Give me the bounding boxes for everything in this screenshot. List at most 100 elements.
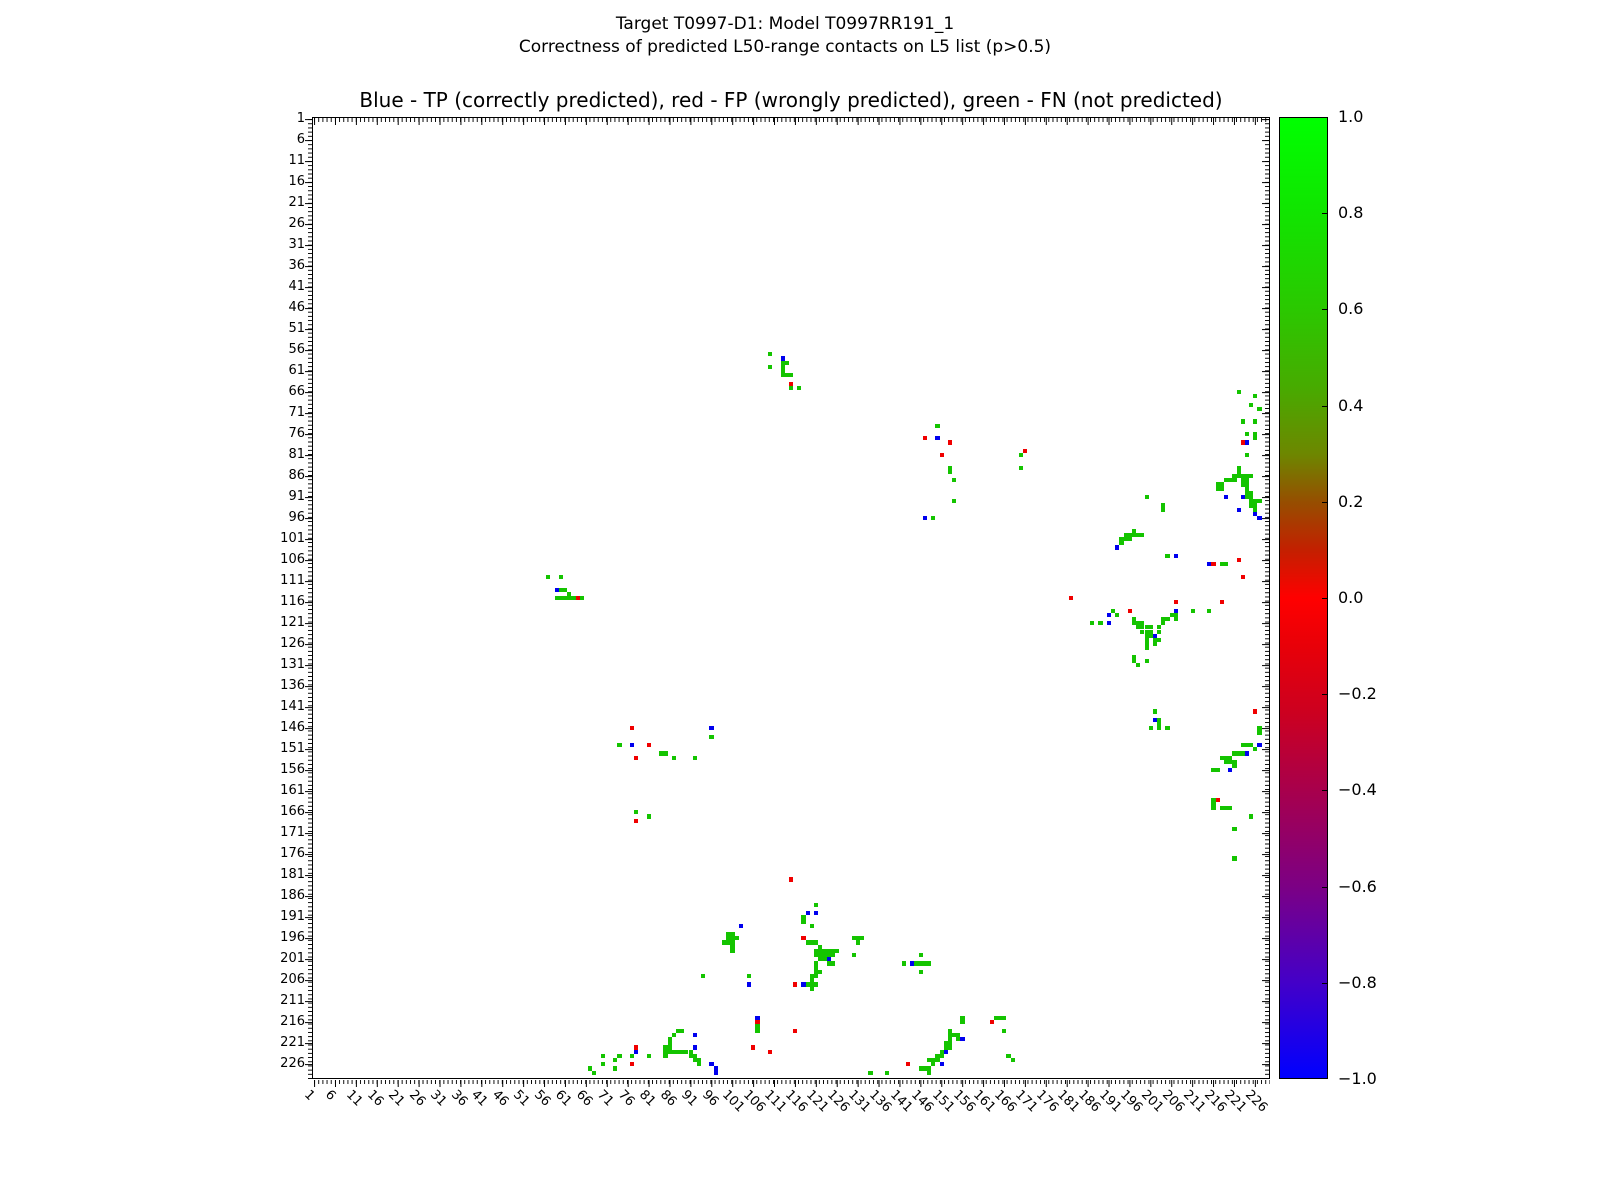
colorbar-tick-label: 0.6 [1338, 300, 1363, 317]
contact-cell-fn [885, 1071, 889, 1075]
contact-cell-fn [1228, 806, 1232, 810]
contact-cell-fn [1098, 621, 1102, 625]
x-axis-tick-label: 31 [427, 1088, 448, 1109]
contact-cell-fn [1145, 495, 1149, 499]
contact-cell-tp [781, 356, 785, 360]
y-axis-tick-label: 156 [250, 763, 305, 777]
y-axis-tick-label: 101 [250, 532, 305, 546]
contact-cell-fn [1245, 453, 1249, 457]
contact-cell-fp [789, 382, 793, 386]
colorbar-tick-label: −0.6 [1338, 878, 1377, 895]
contact-cell-tp [1237, 508, 1241, 512]
contact-cell-fn [701, 974, 705, 978]
contact-cell-fp [923, 436, 927, 440]
contact-cell-fn [1165, 726, 1169, 730]
contact-cell-fp [634, 756, 638, 760]
y-axis-tick-label: 201 [250, 952, 305, 966]
contact-cell-fn [1145, 659, 1149, 663]
colorbar-tick-label: −0.4 [1338, 781, 1377, 798]
contact-cell-fn [789, 386, 793, 390]
contact-cell-fn [617, 1054, 621, 1058]
contact-cell-tp [630, 743, 634, 747]
y-axis-tick-label: 6 [250, 133, 305, 147]
contact-cell-tp [1228, 768, 1232, 772]
contact-cell-fn [1191, 609, 1195, 613]
contact-cell-fn [1145, 646, 1149, 650]
y-axis-tick-label: 26 [250, 217, 305, 231]
contact-cell-fn [546, 575, 550, 579]
contact-cell-fn [814, 903, 818, 907]
contact-cell-fn [672, 756, 676, 760]
contact-cell-fn [1165, 617, 1169, 621]
x-axis-tick-label: 11 [344, 1088, 365, 1109]
x-axis-tick-label: 131 [846, 1088, 873, 1115]
contact-cell-fn [663, 1054, 667, 1058]
contact-cell-tp [1107, 621, 1111, 625]
contact-cell-fp [630, 1062, 634, 1066]
contact-cell-fp [789, 877, 793, 881]
contact-cell-fn [935, 424, 939, 428]
x-axis-tick-label: 26 [406, 1088, 427, 1109]
contact-cell-tp [747, 982, 751, 986]
y-axis-tick-label: 61 [250, 364, 305, 378]
contact-cell-tp [910, 961, 914, 965]
contact-cell-fp [1023, 449, 1027, 453]
contact-cell-fn [617, 743, 621, 747]
x-axis-tick-label: 146 [908, 1088, 935, 1115]
contact-cell-tp [693, 1045, 697, 1049]
contact-cell-fn [1157, 630, 1161, 634]
contact-cell-fn [1232, 856, 1236, 860]
y-axis-tick-label: 91 [250, 490, 305, 504]
contact-cell-tp [755, 1016, 759, 1020]
contact-cell-fp [801, 936, 805, 940]
contact-cell-tp [555, 588, 559, 592]
x-axis-tick-label: 91 [678, 1088, 699, 1109]
y-axis-tick-label: 116 [250, 595, 305, 609]
contact-cell-fn [856, 940, 860, 944]
contact-cell-fp [793, 982, 797, 986]
contact-cell-tp [1174, 554, 1178, 558]
contact-cell-fn [1002, 1016, 1006, 1020]
contact-cell-fn [1253, 394, 1257, 398]
contact-cell-fp [768, 1050, 772, 1054]
contact-cell-tp [1174, 609, 1178, 613]
contact-cell-fn [931, 1062, 935, 1066]
colorbar-tick-label: 0.8 [1338, 204, 1363, 221]
y-axis-tick-label: 226 [250, 1057, 305, 1071]
y-axis-tick-label: 151 [250, 742, 305, 756]
contact-cell-fp [1174, 600, 1178, 604]
contact-cell-fn [1011, 1058, 1015, 1062]
contact-map-plot-area [312, 117, 1270, 1079]
contact-cell-fn [1157, 638, 1161, 642]
contact-cell-tp [806, 911, 810, 915]
x-axis-tick-label: 86 [657, 1088, 678, 1109]
contact-cell-fn [1249, 474, 1253, 478]
contact-cell-fp [576, 596, 580, 600]
y-axis-tick-label: 206 [250, 973, 305, 987]
contact-cell-fn [1165, 554, 1169, 558]
contact-cell-fn [735, 936, 739, 940]
contact-cell-tp [827, 957, 831, 961]
colorbar-tick-label: −0.8 [1338, 974, 1377, 991]
contact-cell-fn [630, 1054, 634, 1058]
contact-cell-fn [902, 961, 906, 965]
x-axis-tick-label: 1 [302, 1088, 317, 1103]
y-axis-tick-label: 36 [250, 259, 305, 273]
contact-cell-fn [768, 365, 772, 369]
y-axis-tick-label: 46 [250, 301, 305, 315]
contact-cell-fp [755, 1020, 759, 1024]
contact-cell-fn [1245, 432, 1249, 436]
contact-cell-fn [797, 386, 801, 390]
y-axis-tick-label: 161 [250, 784, 305, 798]
x-axis-tick-label: 141 [888, 1088, 915, 1115]
contact-cell-fn [1253, 419, 1257, 423]
y-axis-tick-label: 141 [250, 700, 305, 714]
contact-cell-fp [990, 1020, 994, 1024]
y-axis-tick-label: 216 [250, 1015, 305, 1029]
contact-cell-fn [755, 1029, 759, 1033]
contact-cell-fn [919, 970, 923, 974]
y-axis-tick-label: 196 [250, 931, 305, 945]
contact-cell-fn [948, 470, 952, 474]
contact-cell-fn [831, 953, 835, 957]
colorbar-tick-label: −1.0 [1338, 1070, 1377, 1087]
